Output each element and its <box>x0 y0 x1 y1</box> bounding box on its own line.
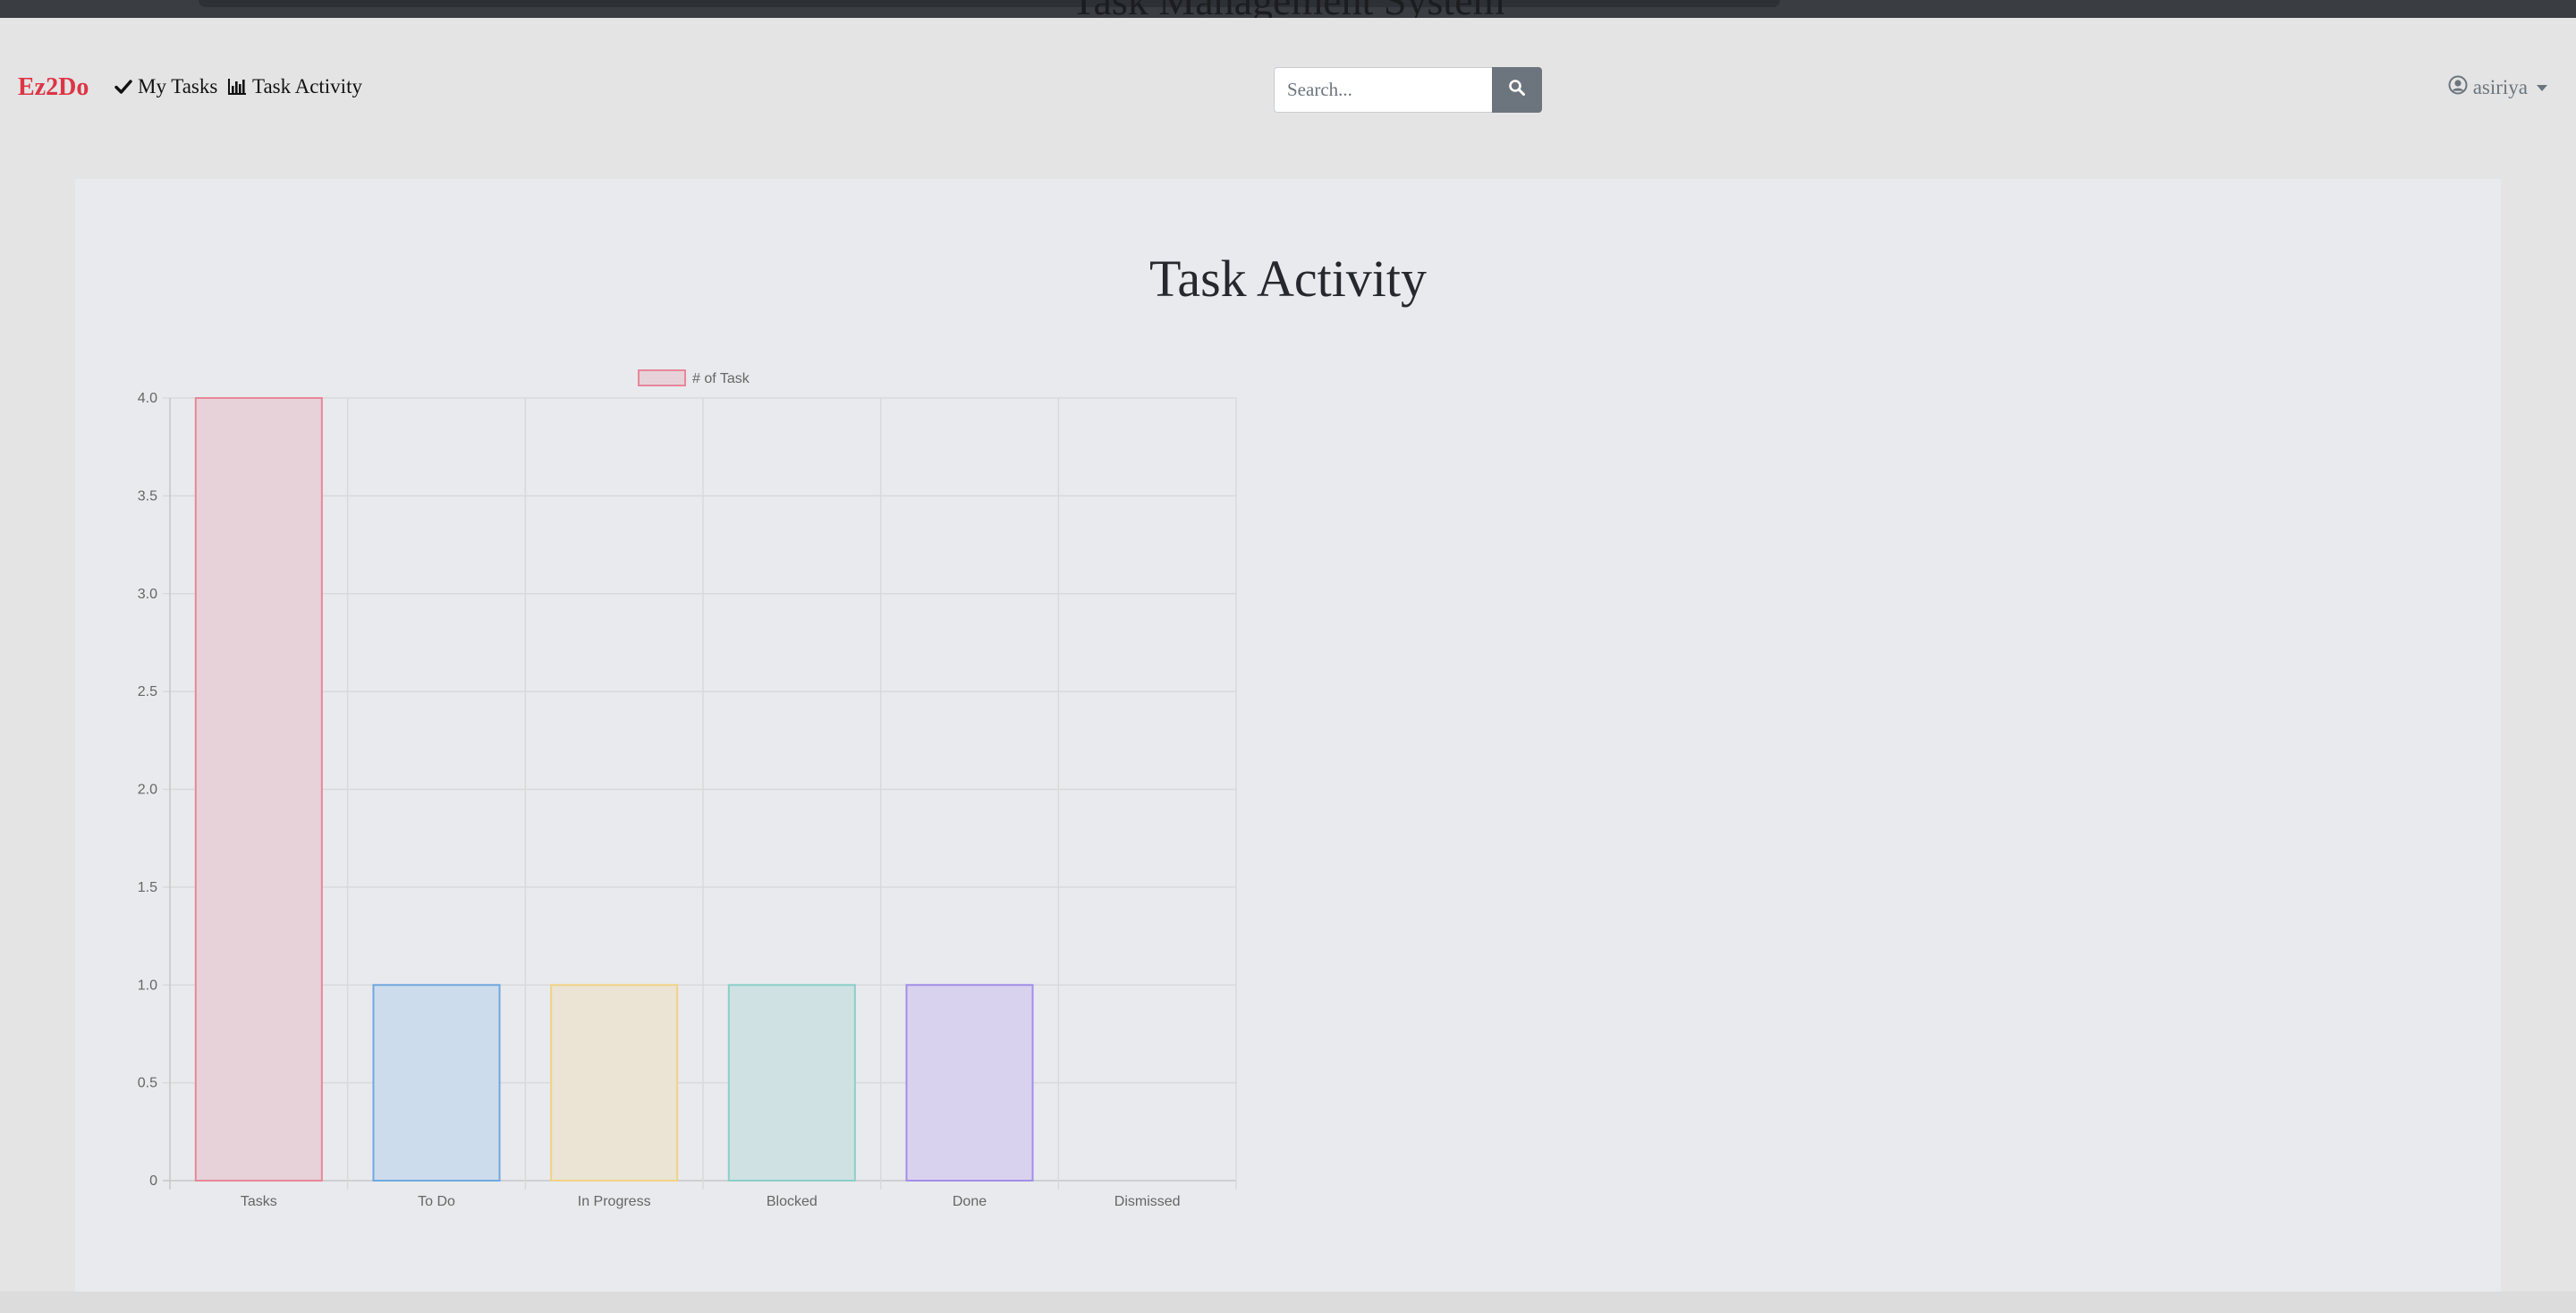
y-tick-label: 0 <box>149 1173 157 1189</box>
y-tick-label: 2.0 <box>138 783 157 798</box>
nav-link-label: My Tasks <box>138 75 218 97</box>
chevron-down-icon <box>2537 84 2547 91</box>
y-tick-label: 3.5 <box>138 488 157 504</box>
nav-link-task-activity[interactable]: Task Activity <box>227 75 362 98</box>
partial-header-title: Task Management System <box>0 0 2576 18</box>
x-tick-label: Blocked <box>767 1194 818 1209</box>
search-input[interactable] <box>1274 67 1492 113</box>
y-tick-label: 4.0 <box>138 391 157 406</box>
task-activity-chart: 0 0.5 1.0 1.5 2.0 2.5 3.0 3.5 4.0 Tasks To Do In Pr… <box>138 369 1237 1209</box>
x-tick-label: Done <box>953 1194 987 1209</box>
x-tick-label: In Progress <box>578 1194 651 1209</box>
y-tick-label: 3.0 <box>138 587 157 602</box>
y-tick-label: 1.0 <box>138 978 157 993</box>
nav-link-label: Task Activity <box>252 75 362 97</box>
bar <box>194 397 323 1182</box>
x-tick-label: To Do <box>418 1194 455 1209</box>
y-tick-label: 0.5 <box>138 1076 157 1091</box>
user-circle-icon <box>2448 75 2468 100</box>
x-tick-label: Dismissed <box>1114 1194 1181 1209</box>
x-tick-label: Tasks <box>241 1194 277 1209</box>
y-tick-label: 1.5 <box>138 880 157 895</box>
legend-swatch <box>638 369 686 386</box>
bar <box>905 984 1034 1182</box>
check-icon <box>114 79 132 95</box>
legend-label: # of Task <box>692 371 750 386</box>
nav-link-my-tasks[interactable]: My Tasks <box>114 75 217 98</box>
navbar: Ez2Do My Tasks Task Activity Search... a… <box>0 18 2576 161</box>
page-bottom-band <box>0 1292 2576 1313</box>
username: asiriya <box>2472 76 2528 98</box>
user-menu-dropdown[interactable]: asiriya <box>2448 75 2547 100</box>
bar <box>727 984 856 1182</box>
search-icon <box>1508 79 1526 101</box>
partial-page-header: Task Management System <box>0 0 2576 18</box>
search-button[interactable] <box>1492 67 1542 113</box>
search-form <box>1274 67 1542 113</box>
bar-chart-icon <box>227 78 247 96</box>
bar <box>372 984 501 1182</box>
brand-logo[interactable]: Ez2Do <box>18 73 89 102</box>
bar <box>550 984 679 1182</box>
y-tick-label: 2.5 <box>138 684 157 699</box>
